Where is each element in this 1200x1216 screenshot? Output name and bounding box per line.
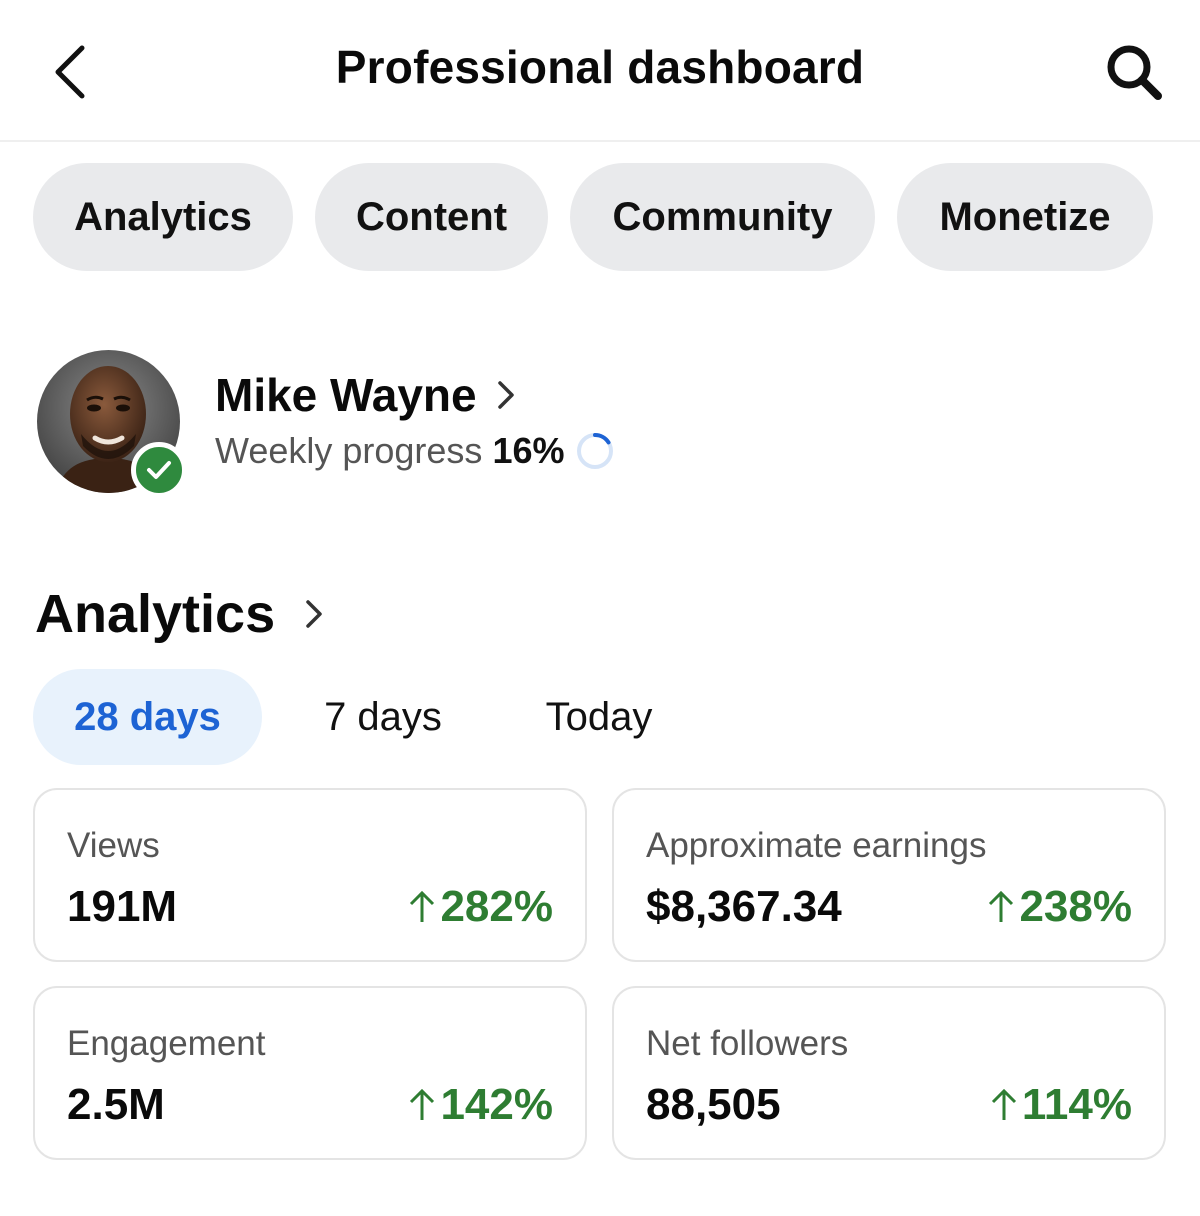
weekly-progress-value: 16% [492, 430, 565, 471]
search-button[interactable] [1100, 38, 1170, 108]
metric-label: Engagement [67, 1024, 266, 1063]
metric-change: 282% [408, 882, 553, 932]
metric-label: Views [67, 826, 160, 865]
range-7-days[interactable]: 7 days [303, 669, 463, 765]
metric-change-value: 282% [440, 882, 553, 931]
metric-change-value: 142% [440, 1080, 553, 1129]
tab-community[interactable]: Community [570, 163, 875, 271]
tab-analytics[interactable]: Analytics [33, 163, 293, 271]
top-bar: Professional dashboard [0, 0, 1200, 142]
arrow-up-icon [989, 890, 1014, 922]
metric-change-value: 238% [1019, 882, 1132, 931]
metric-change: 238% [987, 882, 1132, 932]
profile-name-link[interactable]: Mike Wayne [215, 368, 515, 422]
tab-monetize[interactable]: Monetize [897, 163, 1153, 271]
dashboard-tabs: Analytics Content Community Monetize [33, 163, 1153, 271]
weekly-progress: Weekly progress 16% [215, 430, 615, 472]
tab-content[interactable]: Content [315, 163, 548, 271]
profile-summary: Mike Wayne Weekly progress 16% [37, 350, 737, 500]
page-title: Professional dashboard [335, 41, 865, 93]
analytics-heading: Analytics [35, 584, 276, 644]
metric-label: Approximate earnings [646, 826, 987, 865]
progress-ring-icon [576, 433, 613, 469]
weekly-progress-label: Weekly progress [215, 430, 483, 471]
analytics-section-link[interactable]: Analytics [35, 583, 323, 645]
metric-change: 114% [990, 1080, 1132, 1130]
metric-value: 2.5M [67, 1080, 165, 1129]
arrow-up-icon [410, 890, 435, 922]
search-icon [1107, 45, 1162, 100]
metric-card-views[interactable]: Views 191M 282% [33, 788, 587, 962]
metric-card-net-followers[interactable]: Net followers 88,505 114% [612, 986, 1166, 1160]
profile-name: Mike Wayne [215, 369, 477, 421]
metric-card-earnings[interactable]: Approximate earnings $8,367.34 238% [612, 788, 1166, 962]
metric-value: $8,367.34 [646, 882, 842, 931]
metric-value: 88,505 [646, 1080, 781, 1129]
arrow-up-icon [410, 1088, 435, 1120]
metric-label: Net followers [646, 1024, 849, 1063]
verified-badge [131, 442, 187, 498]
range-today[interactable]: Today [525, 669, 673, 765]
checkmark-icon [147, 461, 171, 479]
metric-card-engagement[interactable]: Engagement 2.5M 142% [33, 986, 587, 1160]
chevron-right-icon [306, 600, 322, 628]
metric-value: 191M [67, 882, 178, 931]
chevron-right-icon [497, 381, 514, 409]
range-28-days[interactable]: 28 days [33, 669, 262, 765]
metric-change: 142% [408, 1080, 553, 1130]
arrow-up-icon [991, 1088, 1016, 1120]
metric-change-value: 114% [1021, 1080, 1132, 1129]
